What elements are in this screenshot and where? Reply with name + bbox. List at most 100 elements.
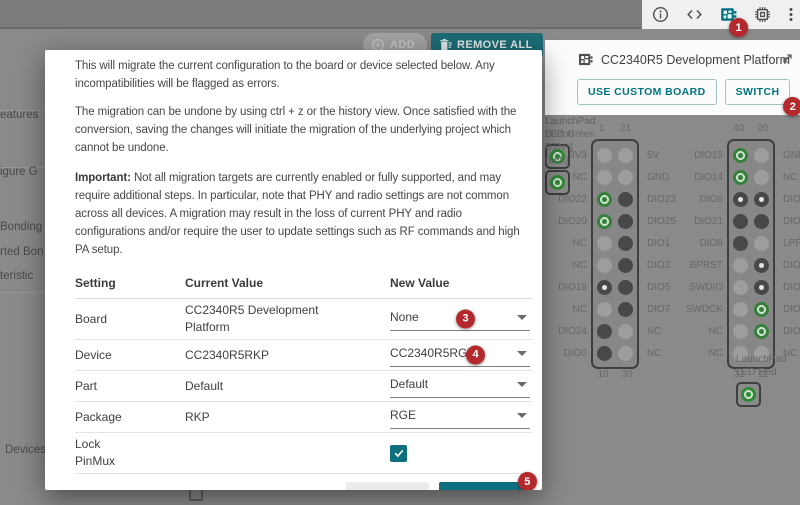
sidebar-item[interactable]: Devices	[5, 444, 46, 456]
dropdown-value: None	[390, 310, 419, 324]
pin-label: DIO7	[647, 299, 676, 321]
setting-cell: Part	[75, 378, 185, 395]
board-pinout-view: 3V3NCDIO22DIO20NCNCDIO18NCDIO24DIO012110…	[545, 115, 800, 505]
pin-dark	[618, 236, 633, 251]
pin-row	[597, 232, 633, 254]
pin-label: LPRST	[783, 233, 800, 255]
step-badge-5: 5	[518, 472, 537, 490]
pin-label: DIO10	[783, 299, 800, 321]
pin-number: 10	[597, 369, 608, 385]
confirm-button[interactable]: CONFIRM5	[439, 482, 528, 490]
chevron-down-icon	[517, 351, 527, 356]
sidebar-item[interactable]: teristic	[0, 270, 33, 282]
connector-bottom-numbers: 1030	[591, 369, 639, 385]
lock-pinmux-checkbox[interactable]	[390, 445, 407, 462]
migration-dialog: This will migrate the current configurat…	[45, 50, 542, 490]
new-value-dropdown[interactable]: CC2340R5RGE4	[390, 343, 530, 367]
pin-label: SWDIO	[681, 277, 723, 299]
pin-gray	[597, 236, 612, 251]
pin-label: DIO20	[545, 211, 587, 233]
cancel-button[interactable]: CANCEL	[346, 482, 429, 490]
pin-dark	[597, 324, 612, 339]
board-component: LaunchPad Button BTN-1 (Left)	[545, 115, 596, 195]
switch-button-label: SWITCH	[736, 86, 780, 98]
new-value-cell	[390, 445, 532, 462]
pin-row	[733, 166, 769, 188]
current-value-cell: RKP	[185, 409, 390, 426]
pin-gray	[597, 302, 612, 317]
pin-label: DIO6	[681, 189, 723, 211]
pin-label: DIO13	[783, 255, 800, 277]
switch-button[interactable]: SWITCH2	[725, 79, 791, 105]
table-row: Lock PinMux	[75, 433, 532, 474]
pin-label: DIO5	[647, 277, 676, 299]
dropdown-value: Default	[390, 377, 428, 391]
board-panel-title: CC2340R5 Development Platform	[601, 53, 790, 67]
pin-label: 5V	[647, 145, 676, 167]
pin-darkdot	[754, 280, 769, 295]
new-value-cell: RGE	[390, 405, 532, 429]
current-value-cell: Default	[185, 378, 390, 395]
dropdown-value: CC2340R5RGE	[390, 346, 475, 360]
pin-gray	[733, 258, 748, 273]
pin-row	[597, 298, 633, 320]
sidebar-item[interactable]: eatures	[0, 109, 38, 121]
table-row: PackageRKPRGE	[75, 402, 532, 433]
expand-icon[interactable]	[781, 52, 794, 70]
table-header-row: Setting Current Value New Value	[75, 271, 532, 299]
pin-gray	[754, 236, 769, 251]
new-value-cell: Default	[390, 374, 532, 398]
pin-row	[597, 254, 633, 276]
sidebar-item[interactable]: igure G	[0, 166, 38, 178]
pin-labels-left: DIO15DIO14DIO6DIO21DIO8BPRSTSWDIOSWDCKNC…	[681, 123, 723, 385]
pin-label: DIO1	[647, 233, 676, 255]
pin-gray	[618, 346, 633, 361]
component-box[interactable]	[545, 170, 570, 195]
pin-row	[733, 144, 769, 166]
pin-darkdot	[754, 192, 769, 207]
step-badge-4: 4	[466, 345, 485, 364]
pin-gray	[597, 170, 612, 185]
pin-label: DIO19	[783, 211, 800, 233]
pin-dark	[618, 302, 633, 317]
pin-dark	[597, 346, 612, 361]
pin-dark	[618, 258, 633, 273]
pin-label: DIO15	[681, 145, 723, 167]
pin-label: DIO2	[647, 255, 676, 277]
pin-label: NC	[545, 233, 587, 255]
kebab-menu-icon[interactable]	[787, 5, 795, 24]
pin-labels-right: 5VGNDDIO23DIO25DIO1DIO2DIO5DIO7NCNC	[643, 123, 676, 385]
use-custom-board-button[interactable]: USE CUSTOM BOARD	[577, 79, 717, 105]
pin-dark	[754, 214, 769, 229]
sidebar-divider	[0, 292, 46, 293]
pin-label: DIO21	[681, 211, 723, 233]
pin-label: NC	[647, 343, 676, 365]
pin-dark	[618, 192, 633, 207]
pin-row	[597, 320, 633, 342]
pin-gray	[618, 324, 633, 339]
sidebar-item[interactable]: Bonding	[0, 221, 42, 233]
new-value-dropdown[interactable]: RGE	[390, 405, 530, 429]
chip-icon[interactable]	[753, 5, 772, 24]
current-value-cell: CC2340R5RKP	[185, 347, 390, 364]
component-box[interactable]	[736, 382, 761, 407]
code-icon[interactable]	[685, 5, 704, 24]
pin-row	[597, 342, 633, 364]
step-badge-2: 2	[783, 97, 800, 116]
pin-gray	[618, 148, 633, 163]
pin-row	[733, 232, 769, 254]
new-value-cell: None3	[390, 307, 532, 331]
pin-number: 40	[733, 123, 744, 139]
pin-row	[733, 210, 769, 232]
connector-body	[591, 139, 639, 369]
pin-green	[733, 170, 748, 185]
pin-labels-right: GNDNCDIO11DIO19LPRSTDIO13DIO12DIO10DIO9N…	[779, 123, 800, 385]
sidebar-item[interactable]: rted Bon	[0, 246, 43, 258]
board-icon[interactable]: 1	[719, 5, 738, 24]
pin-green	[754, 324, 769, 339]
connector-top-numbers: 121	[591, 123, 639, 139]
new-value-dropdown[interactable]: Default	[390, 374, 530, 398]
info-icon[interactable]	[651, 5, 670, 24]
pin-label: DIO18	[545, 277, 587, 299]
new-value-dropdown[interactable]: None3	[390, 307, 530, 331]
